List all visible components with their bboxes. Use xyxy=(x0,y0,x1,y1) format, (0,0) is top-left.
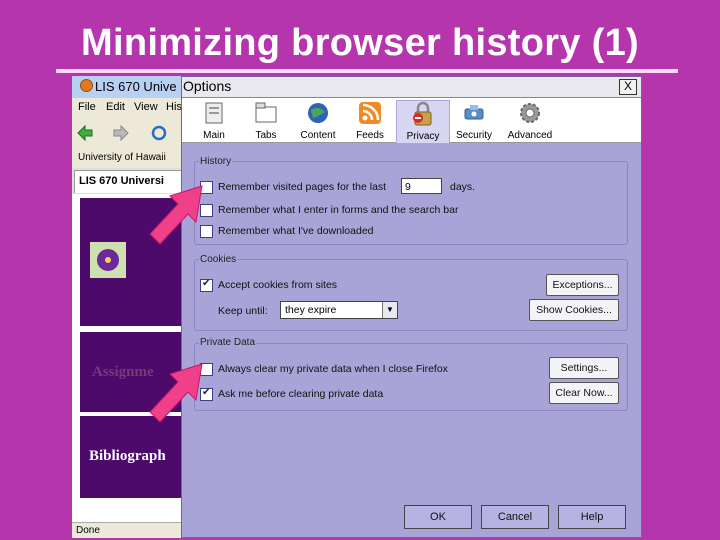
site-nav-block-2: Bibliograph xyxy=(80,416,186,498)
bookmark-uh[interactable]: University of Hawaii xyxy=(78,152,166,163)
keep-until-label: Keep until: xyxy=(218,305,268,317)
tab-content-label: Content xyxy=(300,130,336,141)
content-icon xyxy=(308,103,328,123)
browser-window: LIS 670 Unive File Edit View His Univers… xyxy=(72,76,186,538)
cancel-button[interactable]: Cancel xyxy=(481,505,549,529)
close-button[interactable]: X xyxy=(619,79,637,95)
tabs-icon xyxy=(255,102,277,123)
tab-main[interactable]: Main xyxy=(188,100,240,142)
slide-title: Minimizing browser history (1) xyxy=(81,22,639,64)
exceptions-button[interactable]: Exceptions... xyxy=(546,274,619,296)
accept-cookies-checkbox[interactable] xyxy=(200,278,213,292)
pointer-arrow-1 xyxy=(149,185,203,245)
site-link-assignments[interactable]: Assignme xyxy=(92,364,154,381)
keep-until-value: they expire xyxy=(285,304,337,316)
tab-content[interactable]: Content xyxy=(292,100,344,142)
options-dialog: Options X Main Tabs Content Feeds Privac… xyxy=(181,76,642,538)
remember-visited-label: Remember visited pages for the last xyxy=(218,181,387,193)
cookies-label: Cookies xyxy=(199,254,238,265)
ask-before-clearing-label: Ask me before clearing private data xyxy=(218,388,384,400)
feeds-icon xyxy=(359,102,381,124)
site-link-bibliography[interactable]: Bibliograph xyxy=(89,448,166,465)
remember-downloads-label: Remember what I've downloaded xyxy=(218,225,374,237)
security-icon xyxy=(464,105,484,120)
show-cookies-button[interactable]: Show Cookies... xyxy=(529,299,619,321)
tab-feeds[interactable]: Feeds xyxy=(344,100,396,142)
ok-button[interactable]: OK xyxy=(404,505,472,529)
help-button[interactable]: Help xyxy=(558,505,626,529)
close-icon: X xyxy=(623,79,632,93)
tab-feeds-label: Feeds xyxy=(356,130,384,141)
tab-tabs[interactable]: Tabs xyxy=(240,100,292,142)
tab-main-label: Main xyxy=(203,130,225,141)
clear-now-button[interactable]: Clear Now... xyxy=(549,382,619,404)
browser-navbar xyxy=(72,118,186,148)
browser-statusbar: Done xyxy=(72,522,186,538)
keep-until-dropdown[interactable]: they expire ▼ xyxy=(280,301,398,319)
tab-security[interactable]: Security xyxy=(448,100,500,142)
always-clear-label: Always clear my private data when I clos… xyxy=(218,363,448,375)
tab-security-label: Security xyxy=(455,130,493,141)
tab-advanced[interactable]: Advanced xyxy=(500,100,560,142)
reload-icon[interactable] xyxy=(150,124,168,142)
forward-arrow-icon[interactable] xyxy=(112,124,130,142)
browser-window-title: LIS 670 Unive xyxy=(95,79,177,94)
bookmarks-bar: University of Hawaii xyxy=(72,148,186,168)
dialog-title: Options xyxy=(183,78,232,94)
days-label: days. xyxy=(450,181,476,193)
settings-button[interactable]: Settings... xyxy=(549,357,619,379)
browser-menubar: File Edit View His xyxy=(72,98,186,118)
menu-edit[interactable]: Edit xyxy=(106,101,125,113)
chevron-down-icon: ▼ xyxy=(382,302,397,318)
options-toolbar: Main Tabs Content Feeds Privacy Security… xyxy=(182,98,641,144)
firefox-icon xyxy=(80,79,93,92)
menu-file[interactable]: File xyxy=(78,101,96,113)
main-icon xyxy=(205,102,223,124)
history-label: History xyxy=(199,156,233,167)
accept-cookies-label: Accept cookies from sites xyxy=(218,279,338,291)
tab-advanced-label: Advanced xyxy=(507,130,553,141)
tab-privacy-label: Privacy xyxy=(406,131,440,142)
dialog-titlebar: Options X xyxy=(182,77,641,98)
advanced-icon xyxy=(520,103,540,123)
remember-forms-label: Remember what I enter in forms and the s… xyxy=(218,204,459,216)
private-data-label: Private Data xyxy=(199,337,257,348)
browser-titlebar: LIS 670 Unive xyxy=(72,76,186,98)
title-underline xyxy=(56,69,678,73)
back-arrow-icon[interactable] xyxy=(76,124,94,142)
flower-image xyxy=(90,242,126,278)
pointer-arrow-2 xyxy=(149,363,203,423)
status-text: Done xyxy=(76,525,100,536)
tab-privacy[interactable]: Privacy xyxy=(396,100,450,144)
tab-tabs-label: Tabs xyxy=(255,130,277,141)
menu-history[interactable]: His xyxy=(166,101,182,113)
privacy-icon xyxy=(413,101,432,126)
days-input[interactable]: 9 xyxy=(401,178,442,194)
menu-view[interactable]: View xyxy=(134,101,158,113)
